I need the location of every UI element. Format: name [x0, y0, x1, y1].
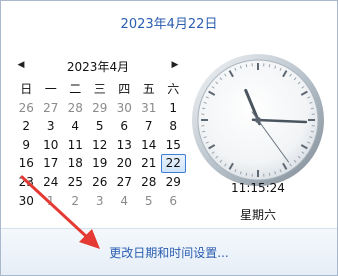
- minute-tick: [245, 64, 248, 68]
- calendar-day[interactable]: 19: [88, 154, 113, 173]
- weekday-header: 五: [142, 82, 155, 96]
- calendar-day[interactable]: 13: [112, 136, 137, 155]
- calendar-day[interactable]: 6: [112, 117, 137, 136]
- calendar-day[interactable]: 9: [14, 136, 39, 155]
- minute-tick: [310, 107, 314, 110]
- calendar-day[interactable]: 23: [14, 173, 39, 192]
- calendar-day[interactable]: 31: [137, 99, 162, 118]
- calendar-day[interactable]: 7: [137, 117, 162, 136]
- calendar-day[interactable]: 5: [137, 192, 162, 211]
- calendar-day[interactable]: 10: [39, 136, 64, 155]
- calendar-day-today[interactable]: 22: [161, 154, 186, 173]
- calendar-day[interactable]: 27: [39, 99, 64, 118]
- calendar-month-label[interactable]: 2023年4月: [28, 58, 168, 75]
- weekday-header: 四: [118, 82, 131, 96]
- calendar-day[interactable]: 4: [112, 192, 137, 211]
- calendar-day[interactable]: 30: [112, 99, 137, 118]
- change-datetime-settings-link[interactable]: 更改日期和时间设置...: [0, 244, 338, 261]
- calendar-day[interactable]: 12: [88, 136, 113, 155]
- analog-clock: [190, 52, 326, 188]
- calendar-day[interactable]: 26: [88, 173, 113, 192]
- calendar-day[interactable]: 24: [39, 173, 64, 192]
- calendar-day[interactable]: 18: [63, 154, 88, 173]
- calendar-grid: 日一二三四五六 26 27 28 29 30 31 1 2 3 4 5 6 7 8 9 10 11 12 13 14 15…: [14, 80, 186, 210]
- calendar-day[interactable]: 29: [88, 99, 113, 118]
- minute-tick: [245, 172, 248, 176]
- calendar-day[interactable]: 27: [112, 173, 137, 192]
- minute-tick: [202, 107, 206, 110]
- calendar-day[interactable]: 2: [14, 117, 39, 136]
- long-date-link[interactable]: 2023年4月22日: [0, 13, 338, 32]
- calendar-day[interactable]: 14: [137, 136, 162, 155]
- minute-tick: [268, 172, 271, 176]
- calendar-day[interactable]: 28: [63, 99, 88, 118]
- calendar-day[interactable]: 4: [63, 117, 88, 136]
- minute-tick: [268, 64, 271, 68]
- weekday-header: 日: [20, 82, 33, 96]
- calendar-day[interactable]: 29: [161, 173, 186, 192]
- minute-tick: [310, 130, 314, 133]
- calendar-day[interactable]: 3: [88, 192, 113, 211]
- calendar-day[interactable]: 6: [161, 192, 186, 211]
- calendar-day[interactable]: 1: [39, 192, 64, 211]
- calendar-day[interactable]: 1: [161, 99, 186, 118]
- chevron-left-icon[interactable]: ◀: [14, 58, 28, 72]
- calendar-day[interactable]: 28: [137, 173, 162, 192]
- calendar-day[interactable]: 26: [14, 99, 39, 118]
- calendar-day[interactable]: 11: [63, 136, 88, 155]
- calendar-day[interactable]: 21: [137, 154, 162, 173]
- calendar-day[interactable]: 15: [161, 136, 186, 155]
- calendar-day[interactable]: 3: [39, 117, 64, 136]
- digital-time: 11:15:24: [231, 181, 285, 195]
- chevron-right-icon[interactable]: ▶: [168, 58, 182, 72]
- minute-tick: [202, 130, 206, 133]
- weekday-header: 六: [167, 82, 180, 96]
- calendar-day[interactable]: 30: [14, 192, 39, 211]
- weekday-header: 一: [44, 82, 57, 96]
- weekday-header: 二: [69, 82, 82, 96]
- calendar-day[interactable]: 17: [39, 154, 64, 173]
- calendar-day[interactable]: 20: [112, 154, 137, 173]
- calendar-day[interactable]: 8: [161, 117, 186, 136]
- calendar-day[interactable]: 16: [14, 154, 39, 173]
- clock-center-pin: [255, 117, 261, 123]
- calendar-day[interactable]: 25: [63, 173, 88, 192]
- weekday-label: 星期六: [239, 208, 276, 222]
- calendar-day[interactable]: 2: [63, 192, 88, 211]
- weekday-header: 三: [93, 82, 106, 96]
- calendar-day[interactable]: 5: [88, 117, 113, 136]
